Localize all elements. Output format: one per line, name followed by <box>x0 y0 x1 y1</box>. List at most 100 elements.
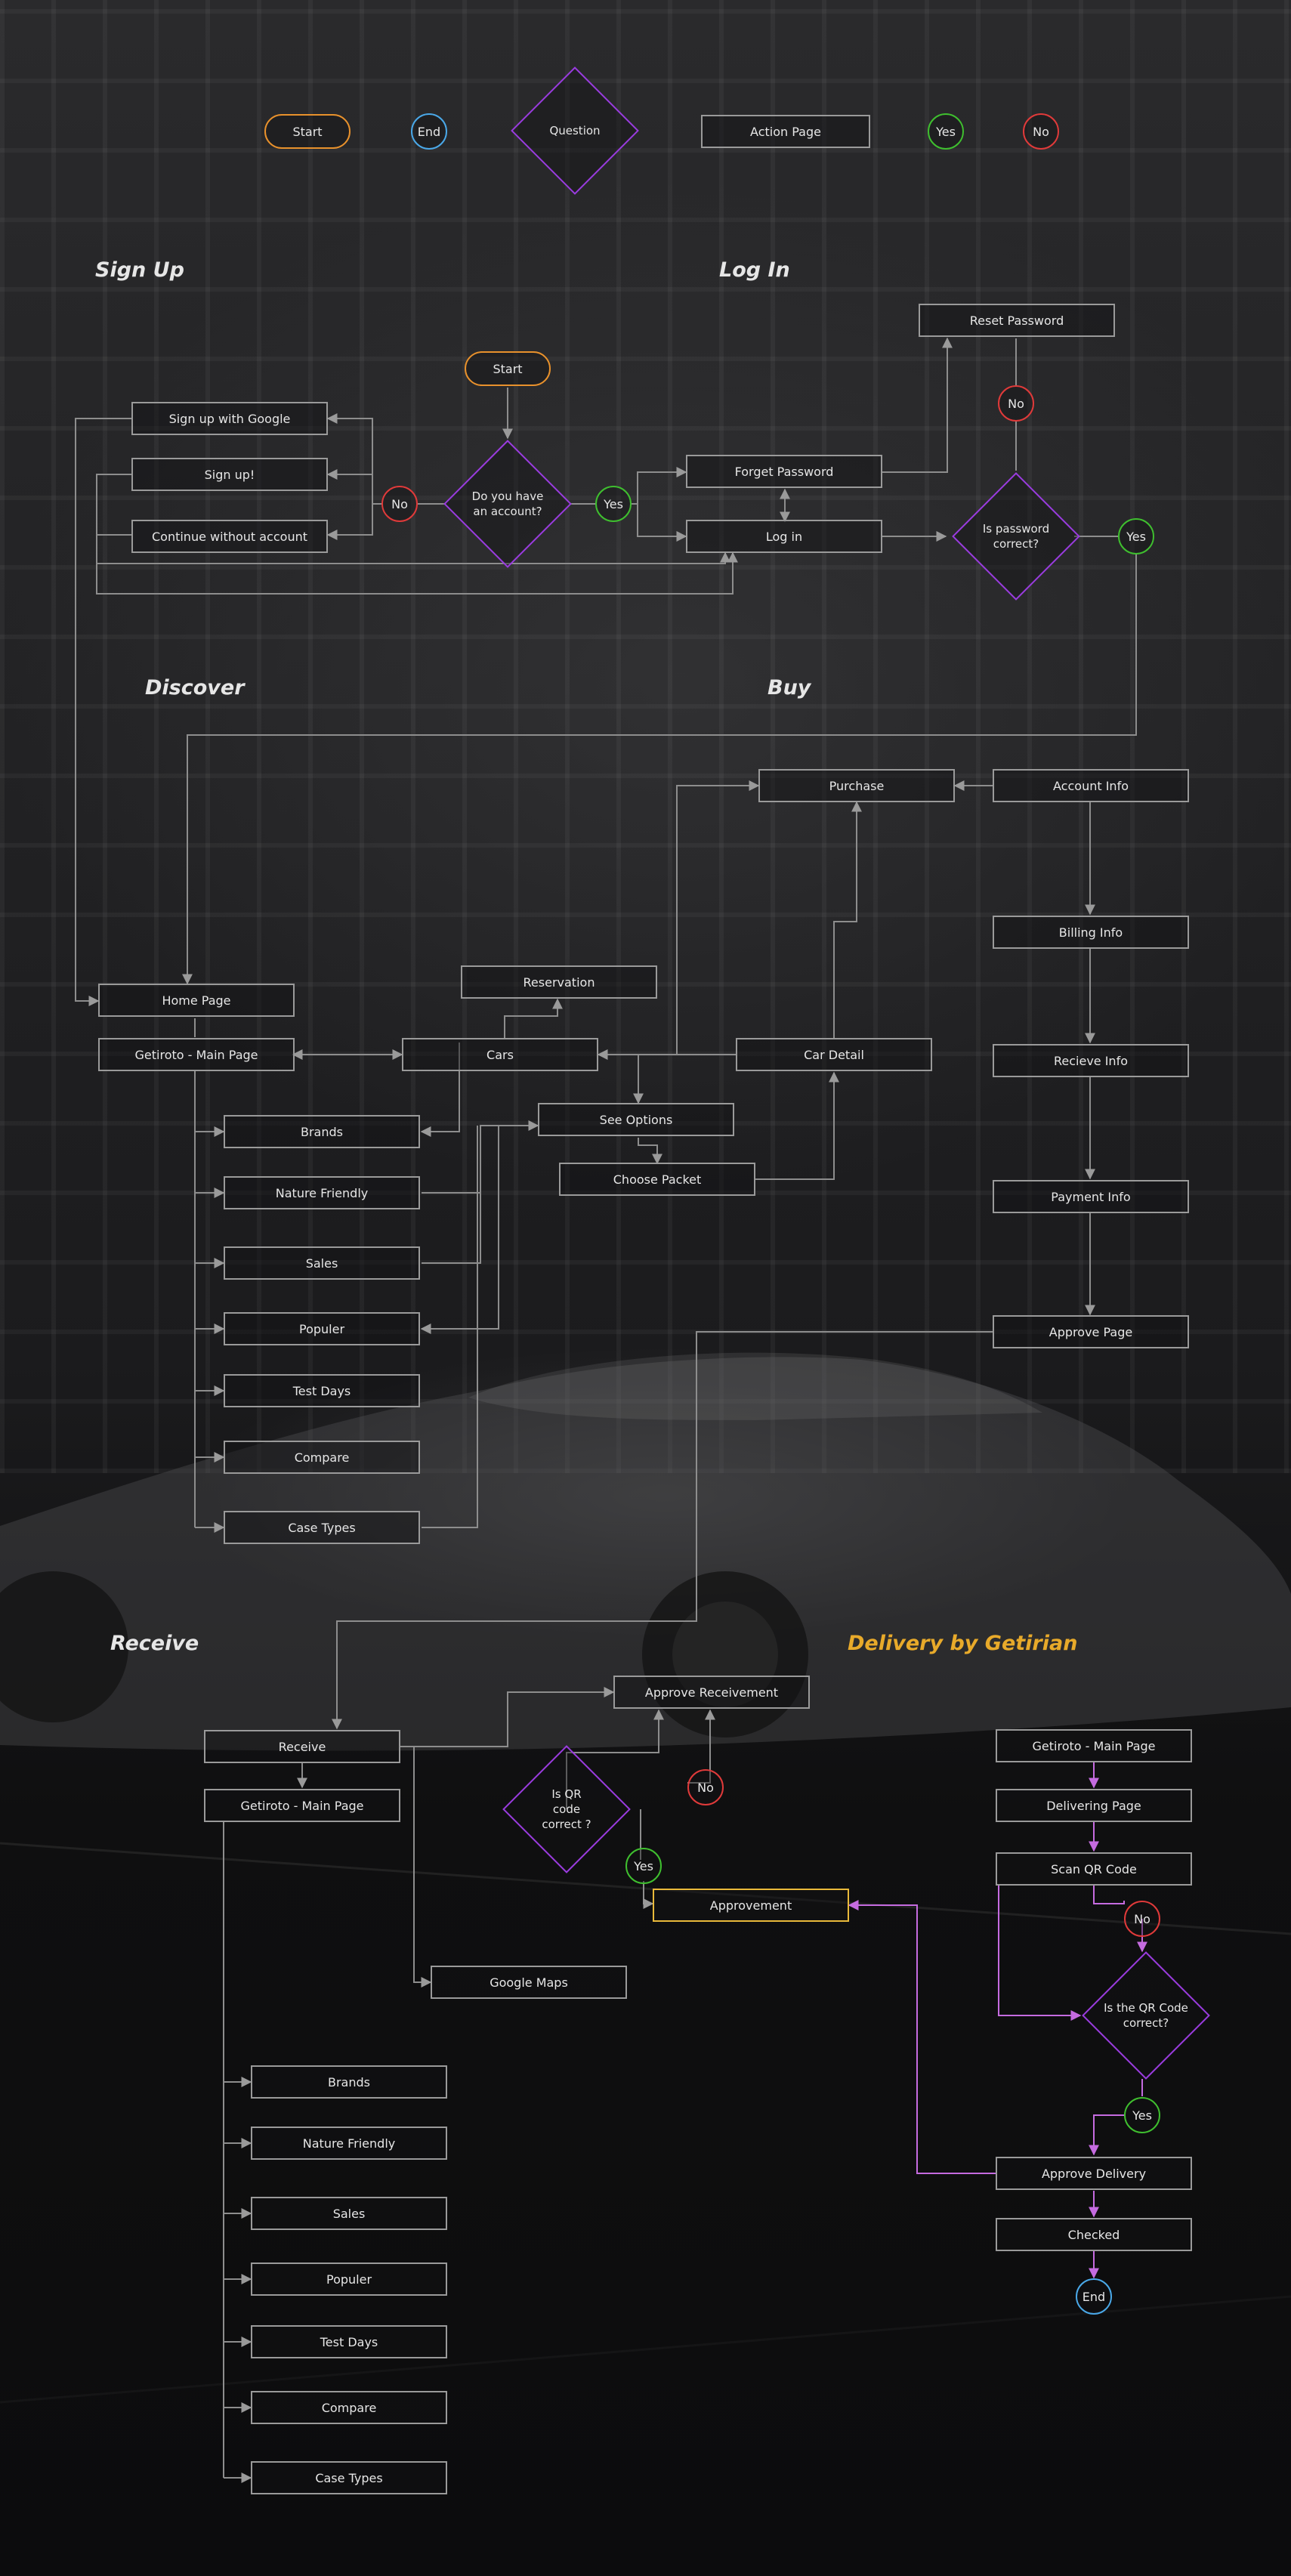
payment-info-node[interactable]: Payment Info <box>993 1180 1189 1213</box>
discover-nature-friendly-label: Nature Friendly <box>275 1185 369 1200</box>
receive-populer-node[interactable]: Populer <box>251 2262 447 2296</box>
receive-populer-label: Populer <box>326 2272 372 2287</box>
home-page-node[interactable]: Home Page <box>98 984 295 1017</box>
approve-delivery-label: Approve Delivery <box>1041 2166 1147 2181</box>
legend-yes-circle: Yes <box>928 113 964 150</box>
google-maps-label: Google Maps <box>490 1975 568 1990</box>
see-options-label: See Options <box>599 1112 673 1127</box>
discover-test-days-node[interactable]: Test Days <box>224 1374 420 1407</box>
discover-case-types-label: Case Types <box>288 1520 356 1535</box>
approve-page-node[interactable]: Approve Page <box>993 1315 1189 1348</box>
receive-brands-label: Brands <box>328 2074 370 2090</box>
receive-no-circle[interactable]: No <box>687 1769 724 1805</box>
section-discover: Discover <box>145 676 245 700</box>
reset-password-node[interactable]: Reset Password <box>919 304 1115 337</box>
receive-test-days-label: Test Days <box>320 2334 378 2349</box>
section-receive: Receive <box>110 1632 199 1655</box>
password-no-label: No <box>1008 396 1024 411</box>
approvement-node[interactable]: Approvement <box>653 1889 849 1922</box>
receive-yes-label: Yes <box>634 1858 653 1873</box>
account-info-label: Account Info <box>1053 778 1129 793</box>
delivery-yes-label: Yes <box>1132 2108 1152 2123</box>
delivery-end-circle[interactable]: End <box>1076 2278 1112 2315</box>
discover-nature-friendly-node[interactable]: Nature Friendly <box>224 1176 420 1209</box>
legend-start-label: Start <box>292 124 323 139</box>
account-info-node[interactable]: Account Info <box>993 769 1189 802</box>
delivery-yes-circle[interactable]: Yes <box>1124 2097 1160 2133</box>
auth-yes-circle[interactable]: Yes <box>595 486 632 522</box>
log-in-node[interactable]: Log in <box>686 520 882 553</box>
password-question-diamond[interactable]: Is password correct? <box>952 472 1080 601</box>
signup-node[interactable]: Sign up! <box>131 458 328 491</box>
recieve-info-node[interactable]: Recieve Info <box>993 1044 1189 1077</box>
receive-sales-node[interactable]: Sales <box>251 2197 447 2230</box>
billing-info-node[interactable]: Billing Info <box>993 916 1189 949</box>
payment-info-label: Payment Info <box>1051 1189 1131 1204</box>
legend-action-page: Action Page <box>701 115 870 148</box>
delivery-main-page-node[interactable]: Getiroto - Main Page <box>996 1729 1192 1762</box>
receive-qr-question-diamond[interactable]: Is QR code correct ? <box>502 1745 631 1873</box>
reservation-node[interactable]: Reservation <box>461 965 657 999</box>
cars-label: Cars <box>486 1047 514 1062</box>
account-question-diamond[interactable]: Do you have an account? <box>443 440 572 568</box>
signup-google-label: Sign up with Google <box>168 411 291 426</box>
receive-no-label: No <box>697 1780 714 1795</box>
see-options-node[interactable]: See Options <box>538 1103 734 1136</box>
choose-packet-node[interactable]: Choose Packet <box>559 1163 755 1196</box>
discover-populer-node[interactable]: Populer <box>224 1312 420 1345</box>
approvement-label: Approvement <box>709 1898 792 1913</box>
legend-no-label: No <box>1033 124 1049 139</box>
google-maps-node[interactable]: Google Maps <box>431 1966 627 1999</box>
receive-compare-node[interactable]: Compare <box>251 2391 447 2424</box>
legend-no-circle: No <box>1023 113 1059 150</box>
delivery-qr-question-diamond[interactable]: Is the QR Code correct? <box>1082 1951 1210 2080</box>
password-yes-circle[interactable]: Yes <box>1118 518 1154 554</box>
receive-sales-label: Sales <box>332 2206 366 2221</box>
section-sign-up: Sign Up <box>95 258 184 282</box>
receive-case-types-node[interactable]: Case Types <box>251 2461 447 2494</box>
cars-node[interactable]: Cars <box>402 1038 598 1071</box>
choose-packet-label: Choose Packet <box>613 1172 702 1187</box>
legend-end-circle: End <box>411 113 447 150</box>
forget-password-node[interactable]: Forget Password <box>686 455 882 488</box>
approve-receivement-node[interactable]: Approve Receivement <box>613 1676 810 1709</box>
delivery-main-label: Getiroto - Main Page <box>1032 1738 1156 1753</box>
password-no-circle[interactable]: No <box>998 385 1034 422</box>
legend-question-diamond: Question <box>511 66 639 195</box>
receive-nature-friendly-node[interactable]: Nature Friendly <box>251 2127 447 2160</box>
legend-action-label: Action Page <box>750 124 821 139</box>
discover-compare-node[interactable]: Compare <box>224 1441 420 1474</box>
continue-label: Continue without account <box>151 529 307 544</box>
delivery-no-label: No <box>1134 1911 1150 1926</box>
purchase-node[interactable]: Purchase <box>758 769 955 802</box>
delivery-no-circle[interactable]: No <box>1124 1901 1160 1937</box>
receive-test-days-node[interactable]: Test Days <box>251 2325 447 2358</box>
discover-main-page-node[interactable]: Getiroto - Main Page <box>98 1038 295 1071</box>
delivery-end-label: End <box>1082 2289 1106 2304</box>
auth-no-circle[interactable]: No <box>381 486 418 522</box>
scan-qr-code-node[interactable]: Scan QR Code <box>996 1852 1192 1886</box>
car-detail-node[interactable]: Car Detail <box>736 1038 932 1071</box>
billing-info-label: Billing Info <box>1058 925 1123 940</box>
receive-brands-node[interactable]: Brands <box>251 2065 447 2099</box>
discover-sales-node[interactable]: Sales <box>224 1246 420 1280</box>
discover-brands-node[interactable]: Brands <box>224 1115 420 1148</box>
forget-password-label: Forget Password <box>734 464 834 479</box>
receive-yes-circle[interactable]: Yes <box>625 1848 662 1884</box>
legend-start-pill: Start <box>264 114 351 149</box>
discover-case-types-node[interactable]: Case Types <box>224 1511 420 1544</box>
delivery-qr-question-text: Is the QR Code correct? <box>1104 2001 1188 2030</box>
receive-main-page-node[interactable]: Getiroto - Main Page <box>204 1789 400 1822</box>
receive-node[interactable]: Receive <box>204 1730 400 1763</box>
continue-without-account-node[interactable]: Continue without account <box>131 520 328 553</box>
auth-start-pill[interactable]: Start <box>465 351 551 386</box>
checked-node[interactable]: Checked <box>996 2218 1192 2251</box>
approve-page-label: Approve Page <box>1049 1324 1133 1339</box>
approve-delivery-node[interactable]: Approve Delivery <box>996 2157 1192 2190</box>
signup-google-node[interactable]: Sign up with Google <box>131 402 328 435</box>
discover-test-days-label: Test Days <box>292 1383 351 1398</box>
auth-no-label: No <box>391 496 408 511</box>
discover-compare-label: Compare <box>294 1450 350 1465</box>
delivering-page-node[interactable]: Delivering Page <box>996 1789 1192 1822</box>
discover-main-label: Getiroto - Main Page <box>134 1047 258 1062</box>
